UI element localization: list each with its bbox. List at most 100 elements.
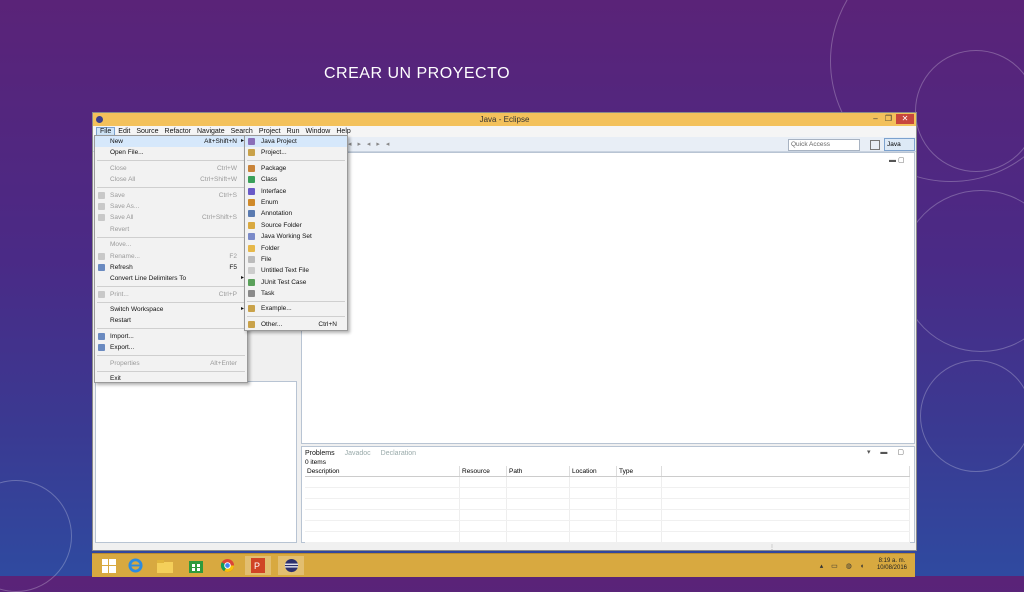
- menu-item-label: Import...: [110, 332, 134, 340]
- new-menu-item-enum[interactable]: Enum: [245, 197, 347, 208]
- file-icon: [248, 255, 255, 263]
- file-menu-item-refresh[interactable]: Refresh F5: [95, 262, 247, 273]
- working-set-icon: [248, 233, 255, 241]
- new-menu-item-folder[interactable]: Folder: [245, 243, 347, 254]
- print-icon: [98, 290, 105, 298]
- file-explorer-icon[interactable]: [152, 556, 178, 575]
- close-button[interactable]: ✕: [896, 114, 914, 124]
- new-menu-item-java-working-set[interactable]: Java Working Set: [245, 231, 347, 242]
- slide-title: CREAR UN PROYECTO: [324, 65, 511, 82]
- file-menu-item-print[interactable]: Print... Ctrl+P: [95, 289, 247, 300]
- tab-javadoc[interactable]: Javadoc: [345, 450, 371, 457]
- column-path[interactable]: Path: [506, 466, 570, 477]
- file-menu-item-close[interactable]: Close Ctrl+W: [95, 163, 247, 174]
- ie-icon[interactable]: [122, 556, 148, 575]
- column-location[interactable]: Location: [569, 466, 617, 477]
- file-menu-item-revert[interactable]: Revert: [95, 224, 247, 235]
- new-menu-item-project[interactable]: Project...: [245, 147, 347, 158]
- menu-item-label: Rename...: [110, 252, 140, 260]
- menu-separator: [97, 236, 245, 238]
- new-menu-item-junit-test-case[interactable]: JUnit Test Case: [245, 277, 347, 288]
- menu-navigate[interactable]: Navigate: [194, 128, 228, 135]
- menu-item-label: Java Project: [261, 138, 297, 145]
- quick-access-input[interactable]: Quick Access: [788, 139, 860, 151]
- menu-item-label: Other...: [261, 320, 283, 328]
- file-menu-item-restart[interactable]: Restart: [95, 315, 247, 326]
- new-menu-item-source-folder[interactable]: Source Folder: [245, 220, 347, 231]
- menu-help[interactable]: Help: [333, 128, 353, 135]
- menu-item-shortcut: Alt+Shift+N: [204, 138, 237, 145]
- new-submenu: Java Project Project... Package Class Interf…: [244, 135, 348, 331]
- tab-declaration[interactable]: Declaration: [381, 450, 416, 457]
- open-perspective-icon[interactable]: [870, 140, 880, 150]
- column-type[interactable]: Type: [616, 466, 662, 477]
- column-resource[interactable]: Resource: [459, 466, 507, 477]
- menu-separator: [247, 160, 345, 162]
- toolbar-nav-icons[interactable]: ◂ ▸ ◂ ▸ ◂: [348, 140, 391, 148]
- menu-refactor[interactable]: Refactor: [162, 128, 194, 135]
- new-menu-item-untitled-text-file[interactable]: Untitled Text File: [245, 265, 347, 276]
- file-menu-item-save-all[interactable]: Save All Ctrl+Shift+S: [95, 212, 247, 223]
- menu-source[interactable]: Source: [133, 128, 161, 135]
- maximize-button[interactable]: ❐: [883, 114, 894, 124]
- file-menu-item-save[interactable]: Save Ctrl+S: [95, 190, 247, 201]
- new-menu-item-package[interactable]: Package: [245, 163, 347, 174]
- new-menu-item-interface[interactable]: Interface: [245, 186, 347, 197]
- editor-minmax-icon[interactable]: ▬ ▢: [889, 156, 905, 164]
- menu-edit[interactable]: Edit: [115, 128, 133, 135]
- menu-item-label: Project...: [261, 149, 287, 157]
- windows-start-icon[interactable]: [96, 556, 122, 575]
- menu-item-shortcut: Ctrl+Shift+W: [200, 176, 237, 184]
- decor-circle-4: [920, 360, 1024, 472]
- store-icon[interactable]: [183, 556, 209, 575]
- file-menu-item-switch-workspace[interactable]: Switch Workspace ▸: [95, 304, 247, 315]
- file-menu-item-move[interactable]: Move...: [95, 239, 247, 250]
- window-controls: – ❐ ✕: [870, 114, 914, 124]
- example-icon: [248, 305, 255, 313]
- file-menu-item-close-all[interactable]: Close All Ctrl+Shift+W: [95, 174, 247, 185]
- file-menu-item-import[interactable]: Import...: [95, 331, 247, 342]
- new-menu-item-java-project[interactable]: Java Project: [245, 136, 347, 148]
- menu-search[interactable]: Search: [228, 128, 256, 135]
- minimize-button[interactable]: –: [870, 114, 881, 124]
- taskbar-clock[interactable]: 8:19 a. m. 10/08/2016: [877, 558, 907, 572]
- menu-separator: [97, 370, 245, 372]
- java-perspective-button[interactable]: Java: [884, 138, 915, 151]
- new-menu-item-file[interactable]: File: [245, 254, 347, 265]
- file-menu-item-properties[interactable]: Properties Alt+Enter: [95, 358, 247, 369]
- file-menu-item-export[interactable]: Export...: [95, 342, 247, 353]
- powerpoint-icon[interactable]: P: [245, 556, 271, 575]
- file-menu-item-rename[interactable]: Rename... F2: [95, 251, 247, 262]
- system-tray-icons[interactable]: ▴ ▭ ◍ ◖: [820, 562, 867, 570]
- editor-area[interactable]: [301, 152, 915, 444]
- file-menu-item-exit[interactable]: Exit: [95, 373, 247, 384]
- problems-table: Description Resource Path Location Type: [305, 466, 910, 543]
- menu-project[interactable]: Project: [256, 128, 284, 135]
- new-menu-item-task[interactable]: Task: [245, 288, 347, 299]
- new-menu-item-class[interactable]: Class: [245, 174, 347, 185]
- menu-item-shortcut: F2: [229, 252, 237, 260]
- eclipse-icon[interactable]: [278, 556, 304, 575]
- file-menu-item-convert-line-delimiters-to[interactable]: Convert Line Delimiters To ▸: [95, 273, 247, 284]
- column-description[interactable]: Description: [305, 466, 460, 477]
- new-menu-item-annotation[interactable]: Annotation: [245, 208, 347, 219]
- file-menu-item-new[interactable]: New Alt+Shift+N ▸: [95, 136, 247, 148]
- menu-item-label: Switch Workspace: [110, 306, 164, 314]
- file-menu-item-save-as[interactable]: Save As...: [95, 201, 247, 212]
- chrome-icon[interactable]: [214, 556, 240, 575]
- text-file-icon: [248, 267, 255, 275]
- menu-run[interactable]: Run: [284, 128, 303, 135]
- clock-date: 10/08/2016: [876, 565, 907, 571]
- tab-problems[interactable]: Problems: [305, 450, 335, 457]
- save-all-icon: [98, 214, 105, 222]
- view-menu-icon[interactable]: ▾ ▬ ▢: [867, 448, 908, 456]
- new-menu-item-example[interactable]: Example...: [245, 303, 347, 314]
- menu-item-label: Interface: [261, 187, 287, 195]
- menu-item-shortcut: F5: [229, 263, 237, 271]
- menu-window[interactable]: Window: [302, 128, 333, 135]
- file-menu-item-open-file[interactable]: Open File...: [95, 147, 247, 158]
- task-icon: [248, 290, 255, 298]
- export-icon: [98, 344, 105, 352]
- menu-item-shortcut: Ctrl+W: [216, 164, 237, 172]
- new-menu-item-other[interactable]: Other... Ctrl+N: [245, 319, 347, 330]
